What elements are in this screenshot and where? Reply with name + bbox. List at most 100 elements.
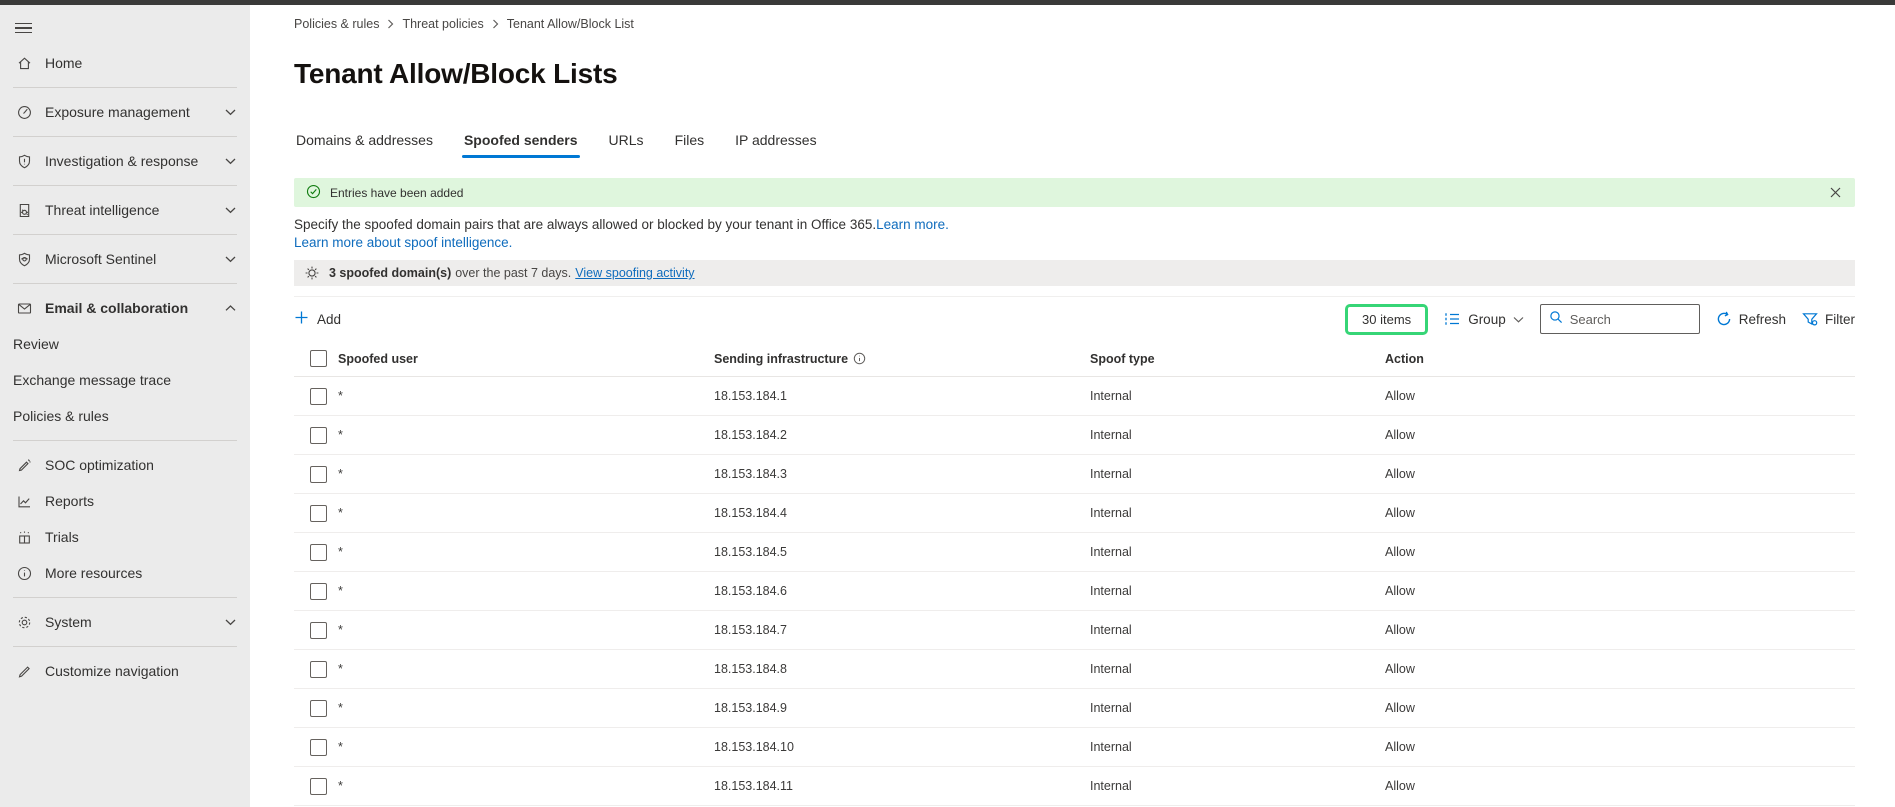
spoof-intelligence-link[interactable]: Learn more about spoof intelligence.	[294, 235, 512, 250]
header-spoofed-user[interactable]: Spoofed user	[338, 352, 714, 366]
sidebar-item-threat-intelligence[interactable]: Threat intelligence	[0, 192, 250, 228]
table-row[interactable]: * 18.153.184.1 Internal Allow	[294, 377, 1855, 416]
filter-icon	[1802, 311, 1818, 327]
gear-icon	[16, 614, 33, 631]
table-row[interactable]: * 18.153.184.10 Internal Allow	[294, 728, 1855, 767]
row-checkbox[interactable]	[310, 427, 327, 444]
insight-text: over the past 7 days.	[455, 266, 571, 280]
cell-spoofed-user: *	[338, 467, 714, 481]
cell-spoof-type: Internal	[1090, 701, 1385, 715]
tab-files[interactable]: Files	[673, 128, 707, 158]
table-row[interactable]: * 18.153.184.6 Internal Allow	[294, 572, 1855, 611]
row-checkbox[interactable]	[310, 661, 327, 678]
search-box	[1540, 304, 1700, 334]
row-checkbox[interactable]	[310, 388, 327, 405]
cell-spoofed-user: *	[338, 740, 714, 754]
sentinel-shield-icon	[16, 251, 33, 268]
row-checkbox[interactable]	[310, 739, 327, 756]
chevron-down-icon	[225, 205, 236, 215]
table-row[interactable]: * 18.153.184.3 Internal Allow	[294, 455, 1855, 494]
row-checkbox[interactable]	[310, 583, 327, 600]
cell-sending-infrastructure: 18.153.184.8	[714, 662, 1090, 676]
divider	[13, 185, 237, 186]
hamburger-menu-button[interactable]	[0, 11, 250, 45]
header-action[interactable]: Action	[1385, 352, 1855, 366]
select-all-checkbox[interactable]	[310, 350, 327, 367]
sidebar-item-exposure-management[interactable]: Exposure management	[0, 94, 250, 130]
tab-ip-addresses[interactable]: IP addresses	[733, 128, 818, 158]
group-button[interactable]: Group	[1444, 311, 1524, 327]
chevron-right-icon	[387, 19, 394, 29]
sidebar-item-review[interactable]: Review	[0, 326, 250, 362]
sidebar-item-label: Reports	[45, 493, 236, 509]
cell-action: Allow	[1385, 662, 1855, 676]
chevron-down-icon	[225, 156, 236, 166]
row-checkbox[interactable]	[310, 622, 327, 639]
cell-sending-infrastructure: 18.153.184.6	[714, 584, 1090, 598]
table-row[interactable]: * 18.153.184.8 Internal Allow	[294, 650, 1855, 689]
sidebar-item-label: Exchange message trace	[13, 372, 236, 388]
sidebar-item-home[interactable]: Home	[0, 45, 250, 81]
sidebar-item-exchange-message-trace[interactable]: Exchange message trace	[0, 362, 250, 398]
shield-alert-icon	[16, 153, 33, 170]
sidebar-item-customize-navigation[interactable]: Customize navigation	[0, 653, 250, 689]
cell-action: Allow	[1385, 506, 1855, 520]
success-banner: Entries have been added	[294, 178, 1855, 207]
sidebar-item-label: More resources	[45, 565, 236, 581]
tab-spoofed-senders[interactable]: Spoofed senders	[462, 128, 580, 158]
row-checkbox[interactable]	[310, 466, 327, 483]
breadcrumb: Policies & rules Threat policies Tenant …	[294, 14, 1855, 34]
sidebar-item-reports[interactable]: Reports	[0, 483, 250, 519]
header-sending-infrastructure[interactable]: Sending infrastructure	[714, 352, 848, 366]
divider	[13, 646, 237, 647]
table-row[interactable]: * 18.153.184.4 Internal Allow	[294, 494, 1855, 533]
row-checkbox[interactable]	[310, 544, 327, 561]
cell-spoof-type: Internal	[1090, 779, 1385, 793]
cell-action: Allow	[1385, 545, 1855, 559]
cell-sending-infrastructure: 18.153.184.9	[714, 701, 1090, 715]
row-checkbox[interactable]	[310, 778, 327, 795]
sidebar-item-trials[interactable]: Trials	[0, 519, 250, 555]
learn-more-link[interactable]: Learn more.	[876, 217, 949, 232]
sidebar: Home Exposure management Investigation &…	[0, 5, 250, 807]
filter-button[interactable]: Filter	[1802, 311, 1855, 327]
insight-bar: 3 spoofed domain(s) over the past 7 days…	[294, 260, 1855, 286]
sidebar-item-label: Trials	[45, 529, 236, 545]
view-spoofing-activity-link[interactable]: View spoofing activity	[575, 266, 694, 280]
sidebar-item-policies-rules[interactable]: Policies & rules	[0, 398, 250, 434]
tab-urls[interactable]: URLs	[607, 128, 646, 158]
header-spoof-type[interactable]: Spoof type	[1090, 352, 1385, 366]
chevron-up-icon	[225, 303, 236, 313]
search-input[interactable]	[1570, 312, 1691, 327]
chevron-down-icon	[225, 107, 236, 117]
row-checkbox[interactable]	[310, 700, 327, 717]
refresh-button[interactable]: Refresh	[1716, 311, 1786, 327]
breadcrumb-policies-rules[interactable]: Policies & rules	[294, 17, 379, 31]
sidebar-item-label: Microsoft Sentinel	[45, 251, 225, 267]
table-row[interactable]: * 18.153.184.11 Internal Allow	[294, 767, 1855, 806]
sidebar-item-system[interactable]: System	[0, 604, 250, 640]
info-icon[interactable]	[853, 352, 866, 365]
line-chart-icon	[16, 493, 33, 510]
sidebar-item-microsoft-sentinel[interactable]: Microsoft Sentinel	[0, 241, 250, 277]
sidebar-item-more-resources[interactable]: More resources	[0, 555, 250, 591]
divider	[13, 597, 237, 598]
sidebar-item-label: Exposure management	[45, 104, 225, 120]
sidebar-item-email-collaboration[interactable]: Email & collaboration	[0, 290, 250, 326]
table-row[interactable]: * 18.153.184.5 Internal Allow	[294, 533, 1855, 572]
add-button[interactable]: Add	[294, 310, 341, 328]
sidebar-item-soc-optimization[interactable]: SOC optimization	[0, 447, 250, 483]
row-checkbox[interactable]	[310, 505, 327, 522]
table-row[interactable]: * 18.153.184.7 Internal Allow	[294, 611, 1855, 650]
close-icon[interactable]	[1827, 185, 1843, 201]
table-row[interactable]: * 18.153.184.2 Internal Allow	[294, 416, 1855, 455]
table-row[interactable]: * 18.153.184.9 Internal Allow	[294, 689, 1855, 728]
sidebar-item-investigation-response[interactable]: Investigation & response	[0, 143, 250, 179]
cell-spoof-type: Internal	[1090, 428, 1385, 442]
items-count-badge: 30 items	[1345, 304, 1428, 335]
cell-sending-infrastructure: 18.153.184.11	[714, 779, 1090, 793]
tab-domains-addresses[interactable]: Domains & addresses	[294, 128, 435, 158]
cell-spoofed-user: *	[338, 584, 714, 598]
breadcrumb-threat-policies[interactable]: Threat policies	[402, 17, 483, 31]
cell-sending-infrastructure: 18.153.184.1	[714, 389, 1090, 403]
